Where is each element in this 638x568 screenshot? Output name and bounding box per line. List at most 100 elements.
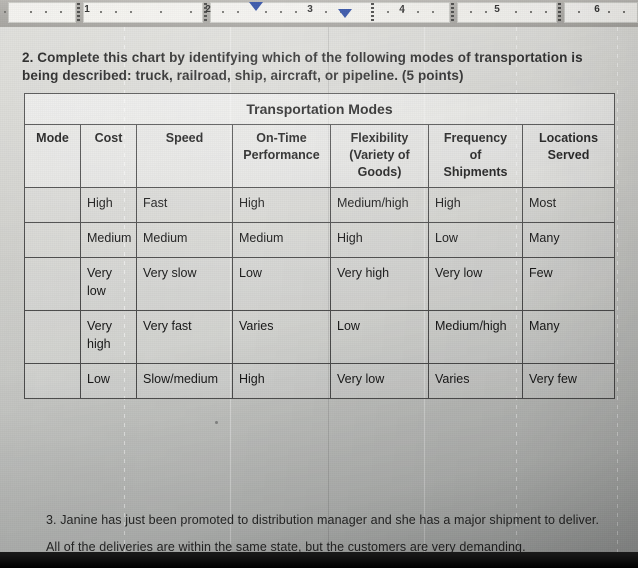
- cell-on-time: High: [232, 187, 331, 223]
- cell-mode[interactable]: [24, 257, 81, 311]
- dust-speck: [215, 421, 218, 424]
- cell-locations: Most: [521, 187, 616, 223]
- ruler-segment: [210, 2, 450, 23]
- cell-frequency: Very low: [428, 257, 523, 311]
- first-line-indent-marker-icon[interactable]: [249, 2, 263, 11]
- ruler-tick: [265, 11, 267, 13]
- cell-frequency: Medium/high: [428, 310, 523, 364]
- ruler-tick: [515, 11, 517, 13]
- header-line: Shipments: [443, 165, 508, 179]
- ruler-tick: [160, 11, 162, 13]
- table-row: Medium Medium Medium High Low Many: [24, 222, 616, 258]
- cell-locations: Many: [521, 222, 616, 258]
- ruler-tick: [325, 11, 327, 13]
- column-header-locations-served: Locations Served: [521, 124, 616, 188]
- document-page: 2. Complete this chart by identifying wh…: [0, 27, 638, 568]
- cell-flexibility: Low: [330, 310, 429, 364]
- header-line: of: [469, 148, 482, 162]
- ruler-tick: [190, 11, 192, 13]
- table-row: High Fast High Medium/high High Most: [24, 187, 616, 223]
- cell-on-time: Medium: [232, 222, 331, 258]
- ruler-tick: [295, 11, 297, 13]
- header-line: Speed: [165, 131, 204, 145]
- tab-stop-marker[interactable]: [558, 3, 561, 22]
- ruler-number: 4: [399, 4, 405, 15]
- tab-stop-marker[interactable]: [77, 3, 80, 22]
- cell-cost: Medium: [80, 222, 137, 258]
- ruler-tick: [130, 11, 132, 13]
- screen-photo: 1 2 3 4 5 6 2. Complete this chart by id…: [0, 0, 638, 568]
- cell-locations: Very few: [521, 363, 616, 399]
- header-line: Cost: [94, 131, 123, 145]
- ruler-tick: [60, 11, 62, 13]
- hanging-indent-marker-icon[interactable]: [338, 9, 352, 18]
- column-header-frequency-of-shipments: Frequency of Shipments: [428, 124, 523, 188]
- cell-locations: Many: [521, 310, 616, 364]
- tab-stop-marker[interactable]: [371, 3, 374, 22]
- ruler-tick: [4, 11, 6, 13]
- cell-locations: Few: [521, 257, 616, 311]
- column-header-flexibility: Flexibility (Variety of Goods): [330, 124, 429, 188]
- cell-flexibility: High: [330, 222, 429, 258]
- cell-mode[interactable]: [24, 363, 81, 399]
- cell-frequency: Varies: [428, 363, 523, 399]
- header-line: Mode: [36, 131, 69, 145]
- cell-cost: High: [80, 187, 137, 223]
- cell-cost: Low: [80, 363, 137, 399]
- cell-mode[interactable]: [24, 222, 81, 258]
- cell-mode[interactable]: [24, 310, 81, 364]
- header-line: Frequency: [443, 131, 508, 145]
- ruler-tick: [417, 11, 419, 13]
- header-line: Goods): [357, 165, 402, 179]
- question-2-text: 2. Complete this chart by identifying wh…: [22, 50, 583, 83]
- ruler-number: 3: [307, 4, 313, 15]
- ruler-number: 5: [494, 4, 500, 15]
- cell-mode[interactable]: [24, 187, 81, 223]
- table-header-row: Mode Cost Speed On-Time Performance Flex…: [24, 124, 616, 188]
- cell-speed: Fast: [136, 187, 233, 223]
- cell-flexibility: Very high: [330, 257, 429, 311]
- ruler-tick: [432, 11, 434, 13]
- header-line: Locations: [538, 131, 599, 145]
- cell-frequency: Low: [428, 222, 523, 258]
- table-row: Very high Very fast Varies Low Medium/hi…: [24, 310, 616, 364]
- table-title-row: Transportation Modes: [23, 93, 616, 125]
- column-header-mode: Mode: [24, 124, 81, 188]
- cell-flexibility: Medium/high: [330, 187, 429, 223]
- table-row: Very low Very slow Low Very high Very lo…: [24, 257, 616, 311]
- table-title: Transportation Modes: [23, 93, 616, 125]
- header-line: Performance: [243, 148, 320, 162]
- header-line: On-Time: [256, 131, 307, 145]
- ruler-tick: [545, 11, 547, 13]
- cell-speed: Medium: [136, 222, 233, 258]
- ruler-tick: [578, 11, 580, 13]
- cell-speed: Very slow: [136, 257, 233, 311]
- cell-on-time: Varies: [232, 310, 331, 364]
- ruler-number: 1: [84, 4, 90, 15]
- ruler-tick: [115, 11, 117, 13]
- column-header-cost: Cost: [80, 124, 137, 188]
- ruler-segment: [457, 2, 557, 23]
- ruler-tick: [100, 11, 102, 13]
- ruler-tick: [387, 11, 389, 13]
- cell-on-time: Low: [232, 257, 331, 311]
- ruler-tick: [485, 11, 487, 13]
- cell-speed: Slow/medium: [136, 363, 233, 399]
- header-line: (Variety of: [349, 148, 410, 162]
- cell-on-time: High: [232, 363, 331, 399]
- transportation-modes-table: Transportation Modes Mode Cost Speed On-…: [23, 93, 616, 399]
- tab-stop-marker[interactable]: [451, 3, 454, 22]
- ruler-tick: [30, 11, 32, 13]
- header-line: Flexibility: [350, 131, 409, 145]
- header-line: Served: [547, 148, 590, 162]
- ruler-number: 2: [205, 4, 211, 15]
- table-row: Low Slow/medium High Very low Varies Ver…: [24, 363, 616, 399]
- cell-cost: Very low: [80, 257, 137, 311]
- ruler-tick: [608, 11, 610, 13]
- column-header-on-time-performance: On-Time Performance: [232, 124, 331, 188]
- ruler-segment: [8, 2, 76, 23]
- document-ruler[interactable]: 1 2 3 4 5 6: [0, 0, 638, 27]
- ruler-tick: [45, 11, 47, 13]
- ruler-tick: [623, 11, 625, 13]
- ruler-tick: [530, 11, 532, 13]
